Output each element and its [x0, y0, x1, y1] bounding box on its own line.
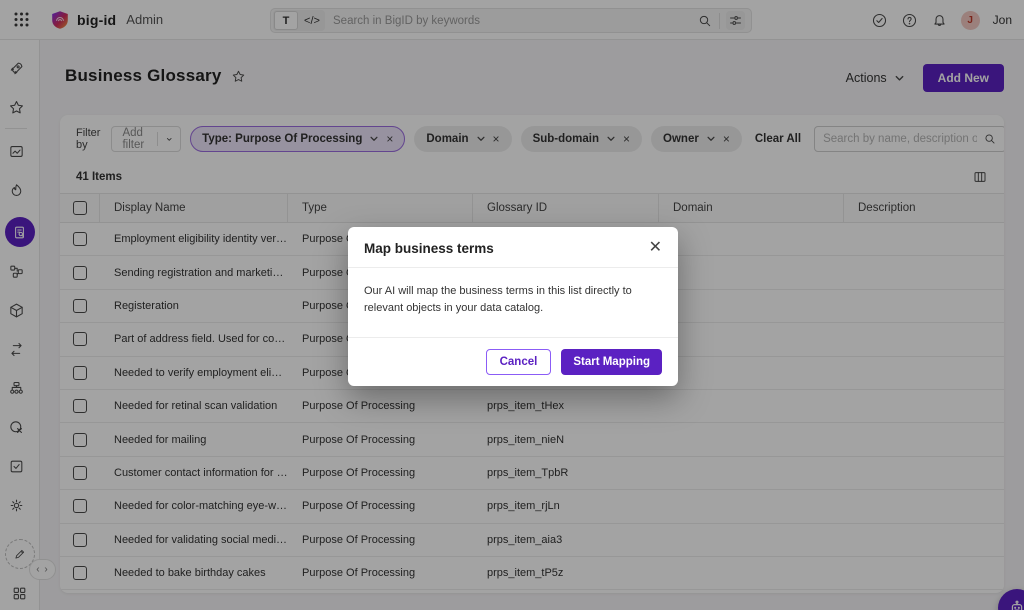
modal-title: Map business terms	[364, 241, 494, 256]
modal-body-text: Our AI will map the business terms in th…	[348, 268, 678, 337]
map-business-terms-modal: Map business terms ✕ Our AI will map the…	[348, 227, 678, 386]
cancel-button[interactable]: Cancel	[486, 349, 552, 375]
close-icon[interactable]: ✕	[649, 240, 662, 256]
start-mapping-button[interactable]: Start Mapping	[561, 349, 662, 375]
